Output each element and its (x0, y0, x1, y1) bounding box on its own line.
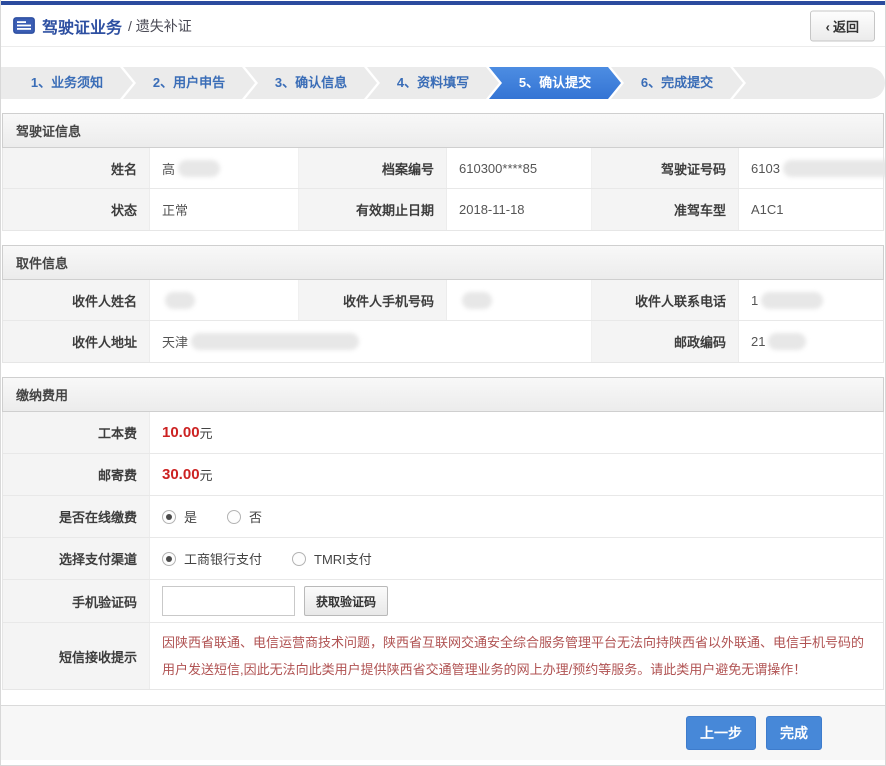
sms-code-label: 手机验证码 (3, 580, 150, 622)
radio-yes-icon[interactable] (162, 510, 176, 524)
page-title: 驾驶证业务 (42, 14, 122, 38)
postage-fee-amount: 30.00 (162, 466, 200, 483)
file-number-value: 610300****85 (447, 148, 592, 188)
radio-no-icon[interactable] (227, 510, 241, 524)
payment-fees-section: 缴纳费用 工本费 10.00元 邮寄费 30.00元 是否在线缴费 是 (2, 377, 884, 690)
step-1-business-notice[interactable]: 1、业务须知 (1, 67, 133, 99)
recipient-mobile-label: 收件人手机号码 (299, 280, 447, 320)
pickup-info-section: 取件信息 收件人姓名 收件人手机号码 收件人联系电话 1 收件人地址 天津 邮政… (2, 245, 884, 363)
pickup-info-table: 收件人姓名 收件人手机号码 收件人联系电话 1 收件人地址 天津 邮政编码 21 (2, 280, 884, 363)
redaction-blur (783, 160, 886, 177)
postcode-label: 邮政编码 (592, 321, 739, 362)
postage-fee-label: 邮寄费 (3, 454, 150, 495)
radio-tmri-label: TMRI支付 (314, 549, 372, 568)
redaction-blur (761, 292, 823, 309)
previous-step-button[interactable]: 上一步 (686, 716, 756, 750)
table-row: 姓名 高 档案编号 610300****85 驾驶证号码 6103 (3, 148, 883, 189)
file-number-label: 档案编号 (299, 148, 447, 188)
payment-fees-section-title: 缴纳费用 (2, 377, 884, 412)
postcode-value: 21 (739, 321, 883, 362)
table-row: 工本费 10.00元 (3, 412, 883, 454)
table-row: 收件人地址 天津 邮政编码 21 (3, 321, 883, 362)
license-number-label: 驾驶证号码 (592, 148, 739, 188)
production-fee-value: 10.00元 (150, 412, 883, 453)
redaction-blur (768, 333, 806, 350)
production-fee-label: 工本费 (3, 412, 150, 453)
step-5-confirm-submit[interactable]: 5、确认提交 (489, 67, 621, 99)
table-row: 手机验证码 获取验证码 (3, 580, 883, 623)
step-progress-bar: 1、业务须知 2、用户申告 3、确认信息 4、资料填写 5、确认提交 6、完成提… (1, 67, 885, 99)
license-info-section-title: 驾驶证信息 (2, 113, 884, 148)
license-info-section: 驾驶证信息 姓名 高 档案编号 610300****85 驾驶证号码 6103 … (2, 113, 884, 231)
redaction-blur (462, 292, 492, 309)
expiry-date-label: 有效期止日期 (299, 189, 447, 230)
radio-tmri-icon[interactable] (292, 552, 306, 566)
table-row: 短信接收提示 因陕西省联通、电信运营商技术问题，陕西省互联网交通安全综合服务管理… (3, 623, 883, 689)
recipient-name-label: 收件人姓名 (3, 280, 150, 320)
redaction-blur (191, 333, 359, 350)
production-fee-amount: 10.00 (162, 424, 200, 441)
recipient-mobile-value (447, 280, 592, 320)
radio-option-icbc[interactable]: 工商银行支付 (162, 549, 262, 568)
recipient-name-value (150, 280, 299, 320)
name-label: 姓名 (3, 148, 150, 188)
radio-icbc-label: 工商银行支付 (184, 549, 262, 568)
page-header: 驾驶证业务 / 遗失补证 ‹返回 (1, 5, 885, 47)
get-code-button[interactable]: 获取验证码 (304, 586, 388, 616)
recipient-phone-label: 收件人联系电话 (592, 280, 739, 320)
license-info-table: 姓名 高 档案编号 610300****85 驾驶证号码 6103 状态 正常 … (2, 148, 884, 231)
step-6-complete-submit[interactable]: 6、完成提交 (611, 67, 743, 99)
radio-no-label: 否 (249, 507, 262, 526)
table-row: 收件人姓名 收件人手机号码 收件人联系电话 1 (3, 280, 883, 321)
sms-notice-label: 短信接收提示 (3, 623, 150, 689)
step-bar-filler (733, 67, 885, 99)
back-button-label: 返回 (833, 19, 859, 34)
table-row: 是否在线缴费 是 否 (3, 496, 883, 538)
expiry-date-value: 2018-11-18 (447, 189, 592, 230)
page: 驾驶证业务 / 遗失补证 ‹返回 1、业务须知 2、用户申告 3、确认信息 4、… (0, 0, 886, 766)
payment-fees-table: 工本费 10.00元 邮寄费 30.00元 是否在线缴费 是 (2, 412, 884, 690)
table-row: 状态 正常 有效期止日期 2018-11-18 准驾车型 A1C1 (3, 189, 883, 230)
radio-option-tmri[interactable]: TMRI支付 (292, 549, 372, 568)
radio-icbc-icon[interactable] (162, 552, 176, 566)
finish-button[interactable]: 完成 (766, 716, 822, 750)
table-row: 邮寄费 30.00元 (3, 454, 883, 496)
payment-channel-options: 工商银行支付 TMRI支付 (150, 538, 883, 579)
redaction-blur (165, 292, 195, 309)
table-row: 选择支付渠道 工商银行支付 TMRI支付 (3, 538, 883, 580)
name-value: 高 (150, 148, 299, 188)
recipient-phone-value: 1 (739, 280, 883, 320)
vehicle-class-label: 准驾车型 (592, 189, 739, 230)
breadcrumb-separator: / (128, 18, 132, 34)
recipient-address-value: 天津 (150, 321, 592, 362)
back-chevron-icon: ‹ (826, 19, 830, 34)
step-3-confirm-info[interactable]: 3、确认信息 (245, 67, 377, 99)
redaction-blur (178, 160, 220, 177)
license-number-value: 6103 (739, 148, 886, 188)
sms-code-input[interactable] (162, 586, 295, 616)
production-fee-unit: 元 (200, 423, 213, 442)
radio-option-no[interactable]: 否 (227, 507, 262, 526)
vehicle-class-value: A1C1 (739, 189, 883, 230)
pickup-info-section-title: 取件信息 (2, 245, 884, 280)
payment-channel-label: 选择支付渠道 (3, 538, 150, 579)
status-label: 状态 (3, 189, 150, 230)
status-value: 正常 (150, 189, 299, 230)
step-2-user-declaration[interactable]: 2、用户申告 (123, 67, 255, 99)
breadcrumb-current: 遗失补证 (136, 18, 192, 34)
radio-option-yes[interactable]: 是 (162, 507, 197, 526)
breadcrumb: / 遗失补证 (128, 16, 192, 36)
radio-yes-label: 是 (184, 507, 197, 526)
step-4-fill-materials[interactable]: 4、资料填写 (367, 67, 499, 99)
recipient-address-label: 收件人地址 (3, 321, 150, 362)
back-button[interactable]: ‹返回 (810, 10, 875, 41)
online-payment-options: 是 否 (150, 496, 883, 537)
postage-fee-value: 30.00元 (150, 454, 883, 495)
sms-code-field-cell: 获取验证码 (150, 580, 883, 622)
postage-fee-unit: 元 (200, 465, 213, 484)
online-payment-label: 是否在线缴费 (3, 496, 150, 537)
sms-notice-text: 因陕西省联通、电信运营商技术问题，陕西省互联网交通安全综合服务管理平台无法向持陕… (150, 623, 883, 689)
footer-action-bar: 上一步 完成 (1, 705, 885, 760)
document-list-icon (13, 17, 35, 34)
